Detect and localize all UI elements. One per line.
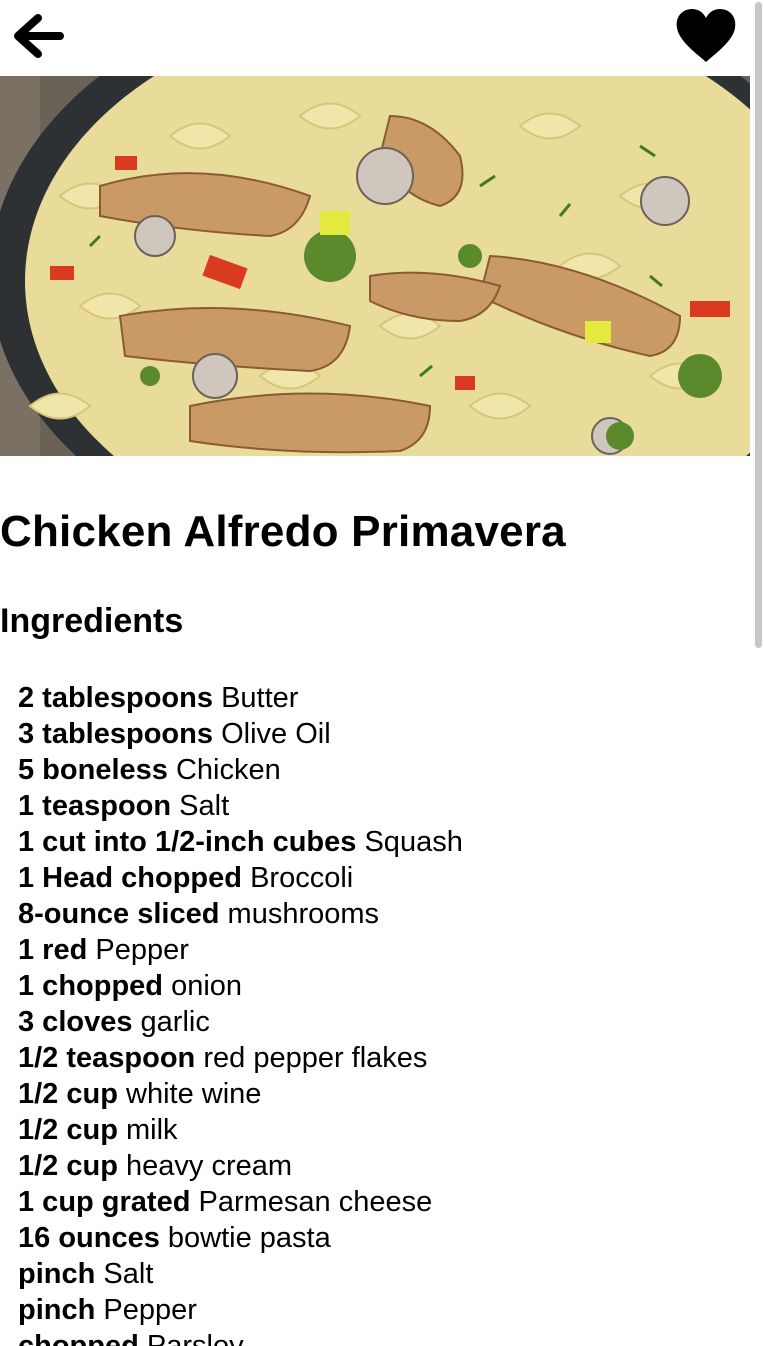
ingredients-list: 2 tablespoons Butter 3 tablespoons Olive … bbox=[18, 680, 463, 1346]
ingredient-quantity: 1 teaspoon bbox=[18, 790, 172, 822]
ingredient-name: Squash bbox=[364, 826, 463, 858]
recipe-title: Chicken Alfredo Primavera bbox=[0, 507, 566, 556]
ingredient-quantity: 16 ounces bbox=[18, 1222, 160, 1254]
ingredient-name: milk bbox=[126, 1114, 178, 1146]
ingredient-item: pinch Salt bbox=[18, 1256, 463, 1292]
scroll-thumb[interactable] bbox=[755, 2, 762, 648]
ingredient-name: Pepper bbox=[103, 1294, 197, 1326]
ingredient-item: 1 red Pepper bbox=[18, 932, 463, 968]
ingredient-quantity: 1/2 teaspoon bbox=[18, 1042, 196, 1074]
ingredient-item: 3 cloves garlic bbox=[18, 1004, 463, 1040]
ingredient-quantity: chopped bbox=[18, 1330, 139, 1346]
ingredient-item: 1 teaspoon Salt bbox=[18, 788, 463, 824]
ingredient-name: Pepper bbox=[95, 934, 189, 966]
ingredient-name: garlic bbox=[140, 1006, 210, 1038]
ingredient-quantity: 1 red bbox=[18, 934, 88, 966]
ingredient-item: 3 tablespoons Olive Oil bbox=[18, 716, 463, 752]
ingredient-name: Chicken bbox=[175, 754, 281, 786]
ingredient-name: mushrooms bbox=[227, 898, 380, 930]
recipe-photo bbox=[0, 76, 750, 456]
ingredient-item: pinch Pepper bbox=[18, 1292, 463, 1328]
ingredient-name: onion bbox=[171, 970, 243, 1002]
scrollbar[interactable] bbox=[752, 0, 764, 1346]
ingredient-item: chopped Parsley bbox=[18, 1328, 463, 1346]
ingredient-item: 2 tablespoons Butter bbox=[18, 680, 463, 716]
ingredient-item: 1 cut into 1/2-inch cubes Squash bbox=[18, 824, 463, 860]
ingredient-name: Olive Oil bbox=[221, 718, 331, 750]
heart-icon bbox=[675, 8, 737, 69]
ingredient-item: 1/2 cup white wine bbox=[18, 1076, 463, 1112]
ingredient-item: 1 chopped onion bbox=[18, 968, 463, 1004]
ingredient-name: Parsley bbox=[146, 1330, 244, 1346]
ingredient-item: 1 cup grated Parmesan cheese bbox=[18, 1184, 463, 1220]
ingredient-quantity: 1 cut into 1/2-inch cubes bbox=[18, 826, 357, 858]
ingredient-quantity: 1 Head chopped bbox=[18, 862, 242, 894]
ingredient-name: white wine bbox=[126, 1078, 262, 1110]
ingredient-item: 5 boneless Chicken bbox=[18, 752, 463, 788]
ingredient-item: 1 Head chopped Broccoli bbox=[18, 860, 463, 896]
ingredient-quantity: 3 tablespoons bbox=[18, 718, 213, 750]
ingredient-name: Butter bbox=[221, 682, 299, 714]
ingredient-name: Parmesan cheese bbox=[198, 1186, 433, 1218]
ingredient-quantity: 1/2 cup bbox=[18, 1150, 118, 1182]
arrow-left-icon bbox=[10, 10, 66, 67]
ingredient-quantity: 8-ounce sliced bbox=[18, 898, 220, 930]
ingredient-name: Salt bbox=[103, 1258, 154, 1290]
ingredient-name: Salt bbox=[179, 790, 230, 822]
ingredients-heading: Ingredients bbox=[0, 602, 184, 640]
ingredient-quantity: 3 cloves bbox=[18, 1006, 133, 1038]
favorite-button[interactable] bbox=[670, 8, 742, 68]
ingredient-quantity: pinch bbox=[18, 1258, 96, 1290]
recipe-screen: Chicken Alfredo Primavera Ingredients 2 … bbox=[0, 0, 764, 1346]
top-bar bbox=[0, 0, 750, 76]
ingredient-quantity: 1/2 cup bbox=[18, 1078, 118, 1110]
ingredient-quantity: 1 chopped bbox=[18, 970, 164, 1002]
ingredient-item: 1/2 teaspoon red pepper flakes bbox=[18, 1040, 463, 1076]
ingredient-name: heavy cream bbox=[126, 1150, 293, 1182]
ingredient-quantity: 5 boneless bbox=[18, 754, 168, 786]
ingredient-quantity: 1/2 cup bbox=[18, 1114, 118, 1146]
ingredient-name: red pepper flakes bbox=[203, 1042, 428, 1074]
ingredient-name: Broccoli bbox=[250, 862, 354, 894]
ingredient-quantity: 2 tablespoons bbox=[18, 682, 213, 714]
ingredient-item: 1/2 cup heavy cream bbox=[18, 1148, 463, 1184]
ingredient-item: 16 ounces bowtie pasta bbox=[18, 1220, 463, 1256]
ingredient-quantity: pinch bbox=[18, 1294, 96, 1326]
ingredient-name: bowtie pasta bbox=[167, 1222, 331, 1254]
ingredient-quantity: 1 cup grated bbox=[18, 1186, 191, 1218]
ingredient-item: 1/2 cup milk bbox=[18, 1112, 463, 1148]
back-button[interactable] bbox=[8, 10, 68, 66]
ingredient-item: 8-ounce sliced mushrooms bbox=[18, 896, 463, 932]
